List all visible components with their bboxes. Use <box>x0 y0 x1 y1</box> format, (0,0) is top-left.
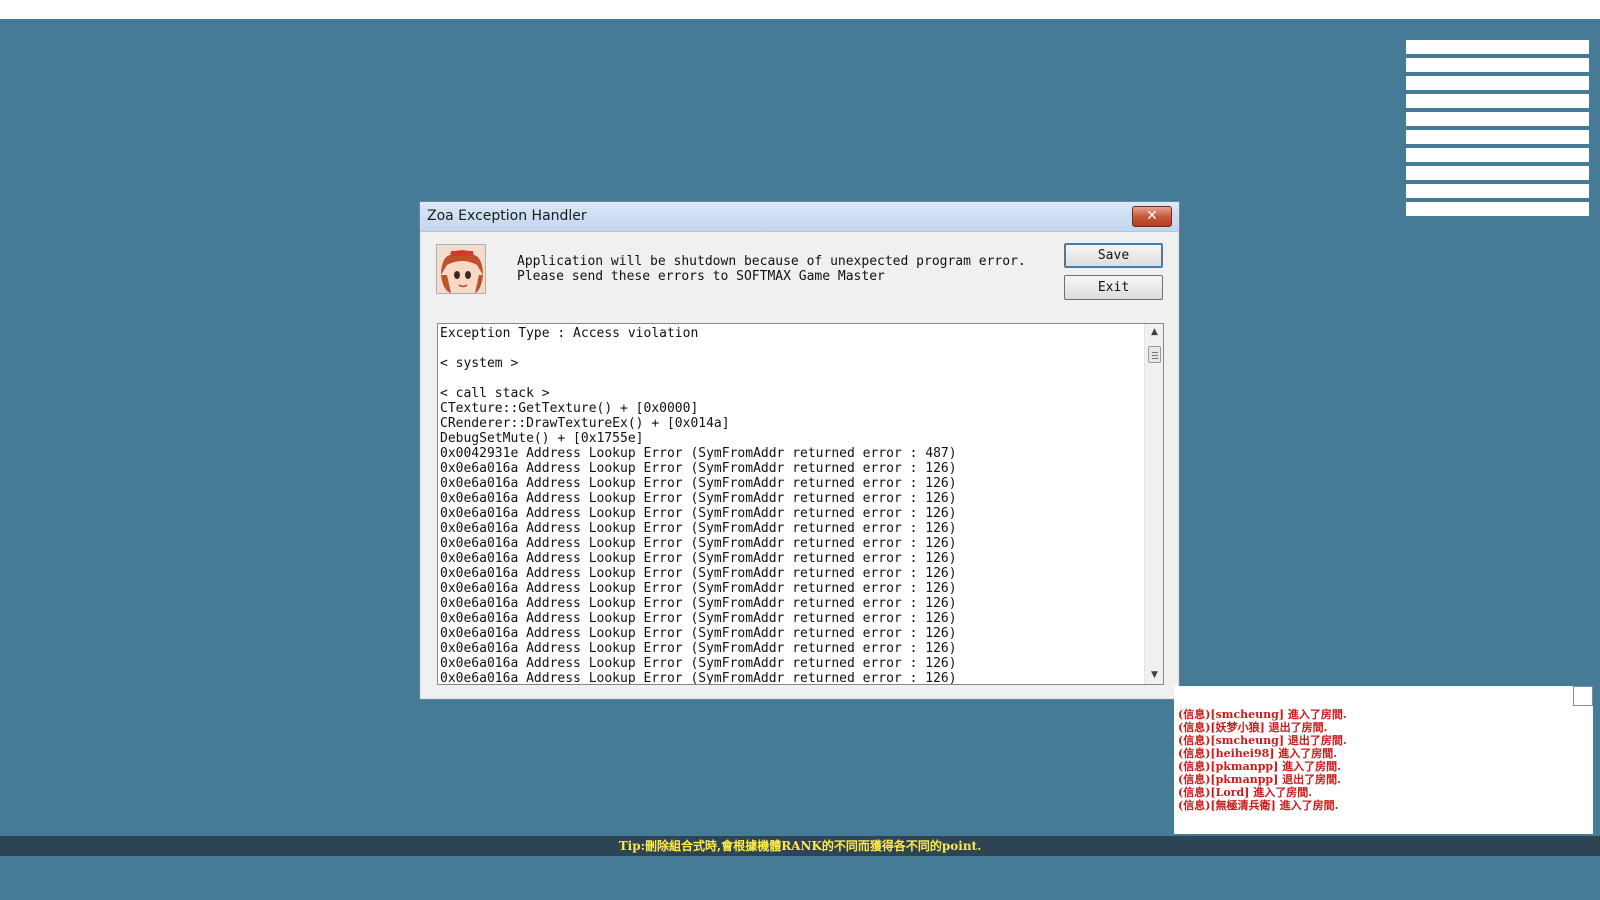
chat-resize-box[interactable] <box>1573 686 1593 706</box>
log-line: CTexture::GetTexture() + [0x0000] <box>440 401 699 416</box>
room-slot[interactable] <box>1406 58 1589 72</box>
chat-message: (信息)[無極清兵衛] 進入了房間. <box>1178 799 1339 812</box>
chat-message: (信息)[pkmanpp] 退出了房間. <box>1178 773 1341 786</box>
log-line: 0x0e6a016a Address Lookup Error (SymFrom… <box>440 641 957 656</box>
log-line: 0x0e6a016a Address Lookup Error (SymFrom… <box>440 656 957 671</box>
log-line: 0x0e6a016a Address Lookup Error (SymFrom… <box>440 626 957 641</box>
room-slot[interactable] <box>1406 202 1589 216</box>
scroll-thumb[interactable] <box>1148 346 1161 363</box>
room-slot[interactable] <box>1406 166 1589 180</box>
error-message-line: Application will be shutdown because of … <box>517 254 1026 269</box>
error-log-content: Exception Type : Access violation < syste… <box>440 326 1140 685</box>
scroll-down-icon[interactable]: ▼ <box>1145 667 1163 684</box>
room-slot[interactable] <box>1406 112 1589 126</box>
log-line: 0x0e6a016a Address Lookup Error (SymFrom… <box>440 671 957 685</box>
chat-message: (信息)[Lord] 進入了房間. <box>1178 786 1313 799</box>
log-line: 0x0e6a016a Address Lookup Error (SymFrom… <box>440 596 957 611</box>
error-log-textarea[interactable]: Exception Type : Access violation < syste… <box>437 323 1164 685</box>
chat-message: (信息)[妖梦小狼] 退出了房間. <box>1178 721 1328 734</box>
room-slot[interactable] <box>1406 184 1589 198</box>
chat-message: (信息)[smcheung] 退出了房間. <box>1178 734 1347 747</box>
log-line: 0x0042931e Address Lookup Error (SymFrom… <box>440 446 957 461</box>
grip-line <box>1152 355 1158 356</box>
log-line: 0x0e6a016a Address Lookup Error (SymFrom… <box>440 506 957 521</box>
log-line: CRenderer::DrawTextureEx() + [0x014a] <box>440 416 730 431</box>
scroll-up-icon[interactable]: ▲ <box>1145 324 1163 341</box>
error-message: Application will be shutdown because of … <box>517 254 1026 284</box>
chat-log: (信息)[smcheung] 進入了房間. (信息)[妖梦小狼] 退出了房間. (信… <box>1178 708 1347 812</box>
room-list-panel <box>1406 40 1589 220</box>
log-line: 0x0e6a016a Address Lookup Error (SymFrom… <box>440 461 957 476</box>
error-message-line: Please send these errors to SOFTMAX Game… <box>517 269 885 284</box>
close-button[interactable]: ✕ <box>1132 206 1172 227</box>
log-line: 0x0e6a016a Address Lookup Error (SymFrom… <box>440 611 957 626</box>
room-slot[interactable] <box>1406 148 1589 162</box>
log-line: 0x0e6a016a Address Lookup Error (SymFrom… <box>440 521 957 536</box>
grip-line <box>1152 358 1158 359</box>
log-line: 0x0e6a016a Address Lookup Error (SymFrom… <box>440 536 957 551</box>
dialog-titlebar[interactable]: Zoa Exception Handler ✕ <box>420 202 1179 232</box>
chat-panel: (信息)[smcheung] 進入了房間. (信息)[妖梦小狼] 退出了房間. (信… <box>1174 686 1593 834</box>
room-slot[interactable] <box>1406 130 1589 144</box>
log-line: 0x0e6a016a Address Lookup Error (SymFrom… <box>440 581 957 596</box>
room-slot[interactable] <box>1406 76 1589 90</box>
avatar-icon <box>436 244 486 294</box>
log-line: Exception Type : Access violation <box>440 326 699 341</box>
exception-dialog: Zoa Exception Handler ✕ Application will… <box>419 201 1180 700</box>
exit-button[interactable]: Exit <box>1064 275 1163 300</box>
log-line: 0x0e6a016a Address Lookup Error (SymFrom… <box>440 566 957 581</box>
log-line: < call stack > <box>440 386 550 401</box>
log-scrollbar[interactable]: ▲ ▼ <box>1144 324 1163 684</box>
chat-message: (信息)[heihei98] 進入了房間. <box>1178 747 1338 760</box>
room-slot[interactable] <box>1406 94 1589 108</box>
chat-message: (信息)[pkmanpp] 進入了房間. <box>1178 760 1341 773</box>
room-slot[interactable] <box>1406 40 1589 54</box>
log-line: 0x0e6a016a Address Lookup Error (SymFrom… <box>440 491 957 506</box>
save-button[interactable]: Save <box>1064 243 1163 268</box>
top-strip <box>0 0 1600 19</box>
log-line: 0x0e6a016a Address Lookup Error (SymFrom… <box>440 551 957 566</box>
dialog-title: Zoa Exception Handler <box>427 208 587 224</box>
grip-line <box>1152 352 1158 353</box>
log-line: 0x0e6a016a Address Lookup Error (SymFrom… <box>440 476 957 491</box>
log-line: DebugSetMute() + [0x1755e] <box>440 431 644 446</box>
tip-bar: Tip:刪除組合式時,會根據機體RANK的不同而獲得各不同的point. <box>0 836 1600 856</box>
chat-message: (信息)[smcheung] 進入了房間. <box>1178 708 1347 721</box>
log-line: < system > <box>440 356 519 371</box>
